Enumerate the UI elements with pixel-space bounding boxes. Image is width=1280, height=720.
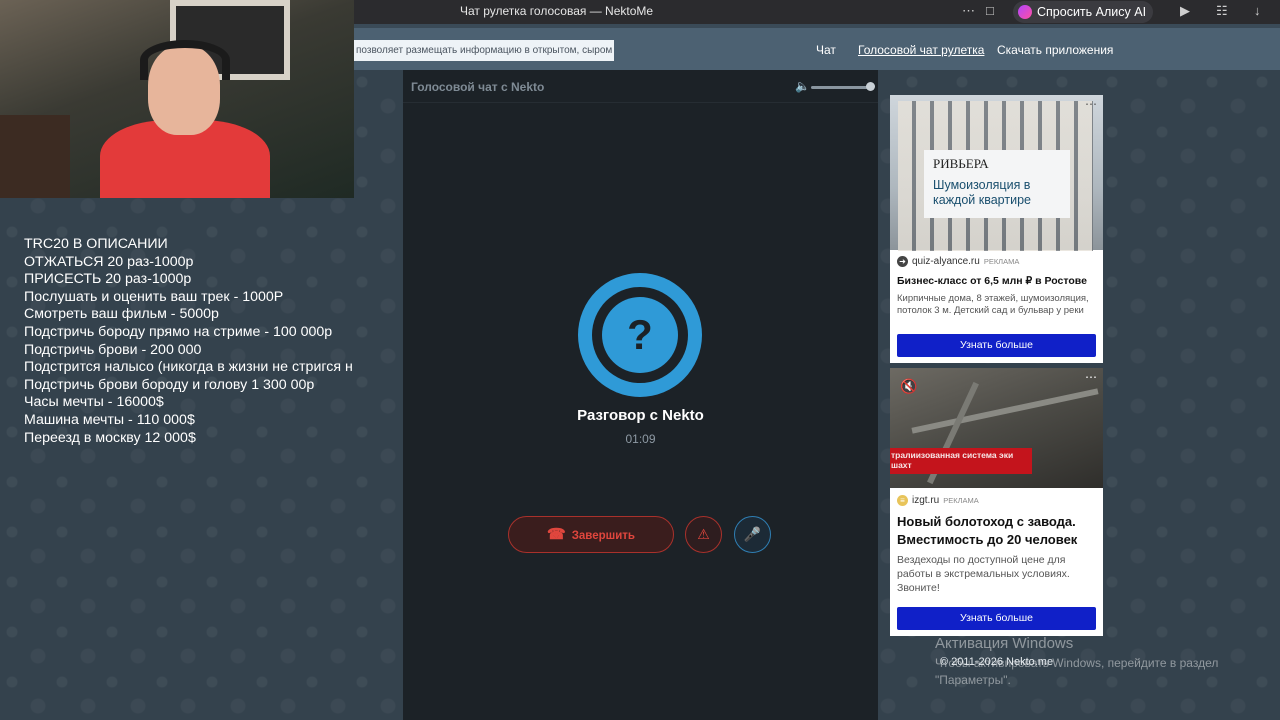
overlay-line: Подстричь бороду прямо на стриме - 100 0… [24,323,333,340]
notice-banner: позволяет размещать информацию в открыто… [354,40,614,61]
play-icon[interactable]: ▶ [1180,3,1190,19]
mic-button[interactable]: 🎤 [734,516,771,553]
ad-slogan: Шумоизоляция в каждой квартире [933,178,1031,207]
nav-voice-chat[interactable]: Голосовой чат рулетка [858,43,984,57]
stream-overlay-text: TRC20 В ОПИСАНИИ ОТЖАТЬСЯ 20 раз-1000р П… [24,236,376,447]
overlay-line: Часы мечты - 16000$ [24,394,164,411]
volume-slider[interactable] [811,86,869,89]
ad-description: Кирпичные дома, 8 этажей, шумоизоляция, … [897,293,1089,316]
headphones-icon [140,40,230,80]
voice-chat-panel: Голосовой чат с Nekto 🔈 ? Разговор с Nek… [403,70,878,720]
ad-title[interactable]: Бизнес-класс от 6,5 млн ₽ в Ростове [897,275,1097,287]
ad-block[interactable]: РИВЬЕРА Шумоизоляция в каждой квартире ⋯… [890,95,1103,363]
overlay-line: Машина мечты - 110 000$ [24,411,195,428]
tab-title: Чат рулетка голосовая — NektoMe [460,4,654,18]
ad-title[interactable]: Новый болотоход с завода. Вместимость до… [897,513,1100,549]
ad-menu-icon[interactable]: ⋯ [1085,97,1097,111]
overlay-line: Подстричь брови бороду и голову 1 300 00… [24,376,315,393]
alice-label: Спросить Алису AI [1037,5,1147,19]
ad-sign: РИВЬЕРА Шумоизоляция в каждой квартире [924,150,1070,218]
call-title: Разговор с Nekto [577,407,704,424]
alice-button[interactable]: Спросить Алису AI [1013,1,1153,23]
nav-apps[interactable]: Скачать приложения [997,43,1113,57]
volume-slider-handle[interactable] [866,82,875,91]
webcam-overlay [0,0,354,198]
ad-brand: РИВЬЕРА [933,156,989,171]
alice-icon [1018,5,1032,19]
more-icon[interactable]: ⋯ [962,3,975,19]
overlay-line: ПРИСЕСТЬ 20 раз-1000р [24,271,192,288]
overlay-line: ОТЖАТЬСЯ 20 раз-1000р [24,253,194,270]
question-icon: ? [602,297,678,373]
end-call-label: Завершить [571,530,635,542]
mute-icon[interactable]: 🔇 [900,378,917,395]
webcam-bookshelf [0,115,70,198]
overlay-line: Послушать и оценить ваш трек - 1000Р [24,288,284,305]
ad-source[interactable]: ➜ quiz-alyance.ru РЕКЛАМА [897,256,1019,267]
overlay-line: TRC20 В ОПИСАНИИ [24,236,168,252]
arrow-icon: ➜ [897,256,908,267]
site-icon: ≡ [897,495,908,506]
ad-video[interactable]: тралиизованная система эки шахт 🔇 ⋯ [890,368,1103,488]
nav-chat[interactable]: Чат [816,43,836,57]
volume-icon[interactable]: 🔈 [795,79,810,93]
overlay-line: Переезд в москву 12 000$ [24,429,196,446]
overlay-line: Подстричь брови - 200 000 [24,341,202,358]
end-call-button[interactable]: ☎ Завершить [508,516,674,553]
download-icon[interactable]: ↓ [1254,3,1261,18]
bookmark-icon[interactable]: □ [986,3,994,18]
windows-activation-title: Активация Windows [935,635,1074,652]
overlay-line: Подстрится налысо (никогда в жизни не ст… [24,359,353,376]
ad-menu-icon[interactable]: ⋯ [1085,370,1097,384]
report-button[interactable]: ⚠ [685,516,722,553]
partner-avatar: ? [578,273,702,397]
panel-title: Голосовой чат с Nekto [411,80,545,94]
shield-icon: ⚠ [697,526,710,542]
panel-header: Голосовой чат с Nekto 🔈 [403,70,878,103]
ad-block[interactable]: тралиизованная система эки шахт 🔇 ⋯ ≡ izg… [890,368,1103,636]
ad-image[interactable]: РИВЬЕРА Шумоизоляция в каждой квартире ⋯ [890,95,1103,251]
translate-icon[interactable]: ☷ [1216,3,1228,19]
ad-banner: тралиизованная система эки шахт [890,448,1032,474]
call-timer: 01:09 [625,432,656,446]
copyright: © 2011-2026 Nekto.me [940,656,1054,668]
overlay-line: Смотреть ваш фильм - 5000р [24,306,219,323]
ad-learn-more-button[interactable]: Узнать больше [897,334,1096,357]
hangup-icon: ☎ [547,526,566,543]
ad-learn-more-button[interactable]: Узнать больше [897,607,1096,630]
microphone-icon: 🎤 [743,526,762,542]
ad-source[interactable]: ≡ izgt.ru РЕКЛАМА [897,495,979,506]
ad-description: Вездеходы по доступной цене для работы в… [897,554,1070,594]
